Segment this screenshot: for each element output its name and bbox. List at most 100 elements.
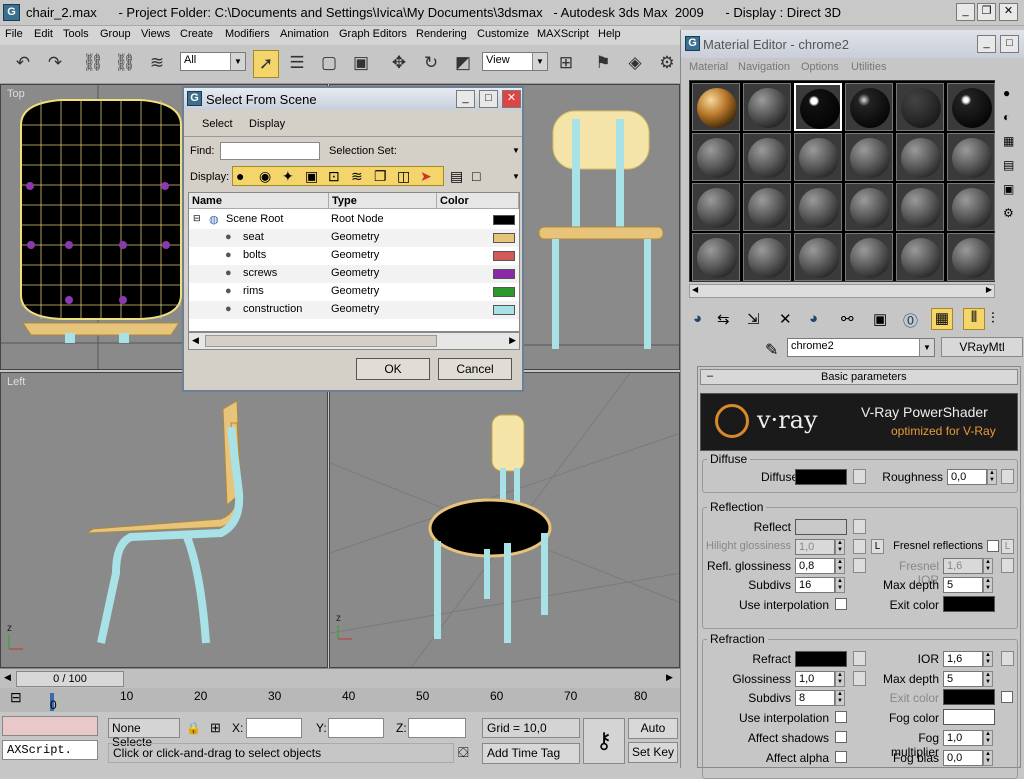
ok-button[interactable]: OK (356, 358, 430, 380)
scene-root-row[interactable]: ⊟ ◍ Scene Root Root Node (189, 211, 519, 229)
pivot-center-icon[interactable]: ⊞ (553, 50, 579, 78)
backlight-icon[interactable]: ◐ (1003, 110, 1010, 124)
make-unique-icon[interactable]: ⚯ (841, 310, 854, 328)
refraction-exit-color-swatch[interactable] (943, 689, 995, 705)
me-maximize-button[interactable]: □ (1000, 35, 1019, 53)
display-none-icon[interactable]: □ (472, 168, 480, 184)
spinner-icon[interactable]: ▲ ▼ (983, 558, 993, 574)
spinner-icon[interactable]: ▲ ▼ (983, 651, 993, 667)
hilight-lock-button[interactable]: L (871, 539, 884, 554)
spinner-icon[interactable]: ▲ ▼ (835, 690, 845, 706)
spinner-icon[interactable]: ▲ ▼ (835, 539, 845, 555)
xrefs-filter-icon[interactable]: ◫ (397, 168, 410, 185)
show-end-result-icon[interactable]: ⫴ (963, 308, 985, 330)
material-slot[interactable] (947, 183, 995, 231)
set-key-button[interactable]: Set Key (628, 742, 678, 763)
auto-key-button[interactable]: Auto Key (628, 718, 678, 754)
assign-to-selection-icon[interactable]: ⇲ (747, 310, 760, 328)
glossiness-input[interactable]: 1,0 (795, 671, 835, 687)
menu-file[interactable]: File (5, 28, 23, 40)
groups-filter-icon[interactable]: ❐ (374, 168, 387, 185)
named-selection-icon[interactable]: ⚙ (654, 50, 680, 78)
add-time-tag-button[interactable]: Add Time Tag (482, 743, 580, 764)
me-menu-options[interactable]: Options (801, 61, 839, 73)
menu-tools[interactable]: Tools (63, 28, 89, 40)
rotate-icon[interactable]: ↻ (418, 50, 444, 78)
menu-customize[interactable]: Customize (477, 28, 529, 40)
uv-tiling-icon[interactable]: ▤ (1003, 158, 1014, 172)
table-row[interactable]: ● bolts Geometry (189, 247, 519, 265)
align-icon[interactable]: ◈ (622, 50, 648, 78)
refract-color-swatch[interactable] (795, 651, 847, 667)
fresnel-lock-button[interactable]: L (1001, 539, 1014, 554)
selection-filter-dropdown[interactable]: All ▼ (180, 52, 246, 71)
bones-filter-icon[interactable]: ➤ (420, 168, 432, 185)
app-icon[interactable]: G (3, 4, 20, 21)
spinner-icon[interactable]: ▲ ▼ (983, 671, 993, 687)
rectangular-selection-icon[interactable]: ▢ (316, 50, 342, 78)
material-slot[interactable] (743, 83, 791, 131)
me-minimize-button[interactable]: _ (977, 35, 996, 53)
dialog-minimize-button[interactable]: _ (456, 90, 475, 108)
spinner-icon[interactable]: ▲ ▼ (835, 671, 845, 687)
affect-alpha-checkbox[interactable] (835, 751, 847, 763)
undo-icon[interactable]: ↶ (10, 50, 36, 78)
material-slot[interactable] (692, 233, 740, 281)
make-copy-icon[interactable]: ◕ (809, 310, 818, 327)
hilight-glossiness-input[interactable]: 1,0 (795, 539, 835, 555)
refract-map-button[interactable] (853, 651, 866, 666)
refl-gloss-map-button[interactable] (853, 558, 866, 573)
spinner-icon[interactable]: ▲ ▼ (983, 577, 993, 593)
reference-coordinate-dropdown[interactable]: View ▼ (482, 52, 548, 71)
refl-glossiness-input[interactable]: 0,8 (795, 558, 835, 574)
select-by-name-icon[interactable]: ☰ (284, 50, 310, 78)
window-crossing-icon[interactable]: ▣ (348, 50, 374, 78)
space-warps-filter-icon[interactable]: ≋ (351, 168, 363, 185)
reflect-color-swatch[interactable] (795, 519, 847, 535)
z-coordinate-input[interactable] (408, 718, 466, 738)
go-to-parent-icon[interactable]: ⫶ (991, 310, 995, 327)
table-row[interactable]: ● construction Geometry (189, 301, 519, 319)
material-id-icon[interactable]: ⓪ (903, 310, 918, 331)
fresnel-ior-map-button[interactable] (1001, 558, 1014, 573)
material-slot[interactable] (896, 183, 944, 231)
menu-create[interactable]: Create (180, 28, 213, 40)
viewport-left[interactable]: Left z (0, 372, 328, 668)
collapse-icon[interactable]: ⊟ (193, 213, 201, 224)
material-slot[interactable] (947, 233, 995, 281)
material-slot[interactable] (896, 133, 944, 181)
y-coordinate-input[interactable] (328, 718, 384, 738)
roughness-map-button[interactable] (1001, 469, 1014, 484)
move-icon[interactable]: ✥ (386, 50, 412, 78)
dialog-maximize-button[interactable]: □ (479, 90, 498, 108)
put-to-scene-icon[interactable]: ⇆ (717, 310, 730, 328)
scroll-right-icon[interactable]: ▶ (509, 335, 516, 346)
material-slot[interactable] (947, 133, 995, 181)
material-slot[interactable] (743, 233, 791, 281)
reflect-map-button[interactable] (853, 519, 866, 534)
scale-icon[interactable]: ◩ (450, 50, 476, 78)
lock-icon[interactable]: 🔒 (186, 721, 201, 735)
material-slot[interactable] (692, 133, 740, 181)
exit-color-swatch[interactable] (943, 596, 995, 612)
geometry-filter-icon[interactable]: ● (236, 168, 244, 184)
material-slot[interactable] (794, 183, 842, 231)
max-depth-input[interactable]: 5 (943, 577, 983, 593)
next-frame-icon[interactable]: ▶ (666, 672, 673, 683)
table-row[interactable]: ● seat Geometry (189, 229, 519, 247)
dialog-menu-select[interactable]: Select (202, 118, 233, 130)
time-slider-thumb[interactable]: 0 / 100 (16, 671, 124, 687)
minimize-button[interactable]: _ (956, 3, 975, 21)
reset-material-icon[interactable]: ✕ (779, 310, 792, 328)
redo-icon[interactable]: ↷ (42, 50, 68, 78)
ior-input[interactable]: 1,6 (943, 651, 983, 667)
key-icon[interactable]: ⚷ (583, 718, 625, 764)
material-slot[interactable] (743, 183, 791, 231)
material-slot[interactable] (794, 133, 842, 181)
fog-multiplier-input[interactable]: 1,0 (943, 730, 983, 746)
fresnel-reflections-checkbox[interactable] (987, 540, 999, 552)
prev-frame-icon[interactable]: ◀ (4, 672, 11, 683)
me-menu-utilities[interactable]: Utilities (851, 61, 886, 73)
menu-modifiers[interactable]: Modifiers (225, 28, 270, 40)
diffuse-color-swatch[interactable] (795, 469, 847, 485)
